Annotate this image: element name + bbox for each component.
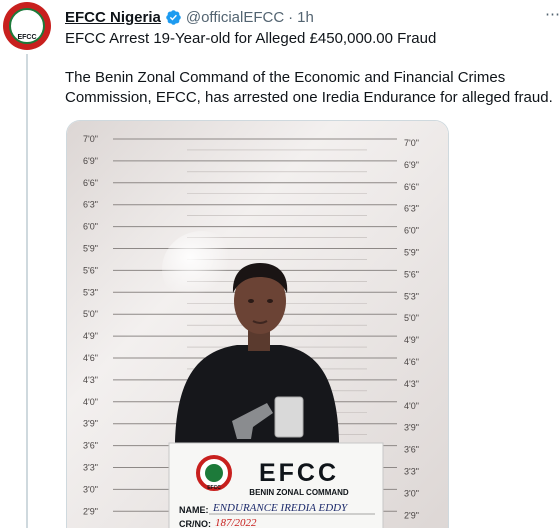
height-mark-left: 5'0" (83, 309, 98, 319)
height-mark-left: 3'3" (83, 463, 98, 473)
height-mark-left: 6'3" (83, 200, 98, 210)
height-mark-right: 3'3" (404, 467, 419, 477)
height-mark-right: 6'3" (404, 204, 419, 214)
height-mark-left: 3'0" (83, 484, 98, 494)
placard-name-label: NAME: (179, 505, 209, 515)
height-mark-left: 3'9" (83, 419, 98, 429)
flash-glare (162, 231, 242, 307)
more-options-icon[interactable]: ⋯ (545, 4, 560, 24)
height-mark-right: 4'6" (404, 357, 419, 367)
height-mark-left: 5'6" (83, 265, 98, 275)
height-mark-right: 2'9" (404, 510, 419, 520)
placard-name-value: ENDURANCE IREDIA EDDY (212, 502, 349, 514)
avatar-label: EFCC (17, 34, 37, 41)
height-mark-right: 4'9" (404, 335, 419, 345)
height-mark-right: 5'3" (404, 291, 419, 301)
mugshot-image: 7'0" 6'9" 6'6" 6'3" 6'0" 5'9" 5'6" 5'3" 5'0" 4'9"… (67, 121, 448, 528)
name-placard: EFCC EFCC BENIN ZONAL COMMAND NAME: ENDU… (168, 442, 384, 528)
tweet[interactable]: EFCC EFCC Nigeria @officialEFCC · 1h ⋯ E… (0, 0, 560, 528)
height-mark-right: 4'0" (404, 401, 419, 411)
thread-line (26, 54, 28, 528)
height-mark-left: 3'6" (83, 441, 98, 451)
height-mark-right: 7'0" (404, 138, 419, 148)
height-mark-right: 5'6" (404, 269, 419, 279)
placard-logo-text: EFCC (207, 485, 221, 491)
height-mark-right: 5'9" (404, 248, 419, 258)
placard-agency: EFCC (259, 459, 339, 487)
height-mark-left: 5'9" (83, 244, 98, 254)
tweet-text-line: The Benin Zonal Command of the Economic … (65, 69, 506, 86)
height-mark-left: 6'9" (83, 156, 98, 166)
height-mark-left: 2'9" (83, 506, 98, 516)
placard-command: BENIN ZONAL COMMAND (249, 488, 349, 497)
placard-crno-value: 187/2022 (215, 517, 257, 528)
height-mark-right: 3'6" (404, 445, 419, 455)
height-mark-right: 4'3" (404, 379, 419, 389)
tweet-header: EFCC Nigeria @officialEFCC · 1h (65, 7, 314, 27)
height-mark-left: 5'3" (83, 287, 98, 297)
height-mark-right: 3'9" (404, 423, 419, 433)
height-mark-right: 6'9" (404, 160, 419, 170)
height-mark-right: 3'0" (404, 488, 419, 498)
tweet-text-title: EFCC Arrest 19-Year-old for Alleged £450… (65, 30, 437, 47)
height-mark-left: 7'0" (83, 134, 98, 144)
handle[interactable]: @officialEFCC (186, 9, 284, 26)
tweet-text-line: Commission, EFCC, has arrested one Iredi… (65, 89, 553, 106)
height-mark-left: 4'0" (83, 397, 98, 407)
height-mark-right: 5'0" (404, 313, 419, 323)
height-mark-left: 4'3" (83, 375, 98, 385)
timestamp[interactable]: 1h (297, 9, 314, 26)
height-mark-right: 6'6" (404, 182, 419, 192)
height-mark-left: 4'9" (83, 331, 98, 341)
display-name[interactable]: EFCC Nigeria (65, 9, 161, 26)
height-mark-left: 6'0" (83, 222, 98, 232)
placard-crno-label: CR/NO: (179, 519, 211, 528)
avatar[interactable]: EFCC (3, 2, 51, 50)
height-mark-right: 6'0" (404, 226, 419, 236)
height-mark-left: 4'6" (83, 353, 98, 363)
verified-badge-icon (166, 9, 181, 25)
separator: · (288, 8, 294, 26)
tweet-photo[interactable]: 7'0" 6'9" 6'6" 6'3" 6'0" 5'9" 5'6" 5'3" 5'0" 4'9"… (66, 120, 449, 528)
height-mark-left: 6'6" (83, 178, 98, 188)
